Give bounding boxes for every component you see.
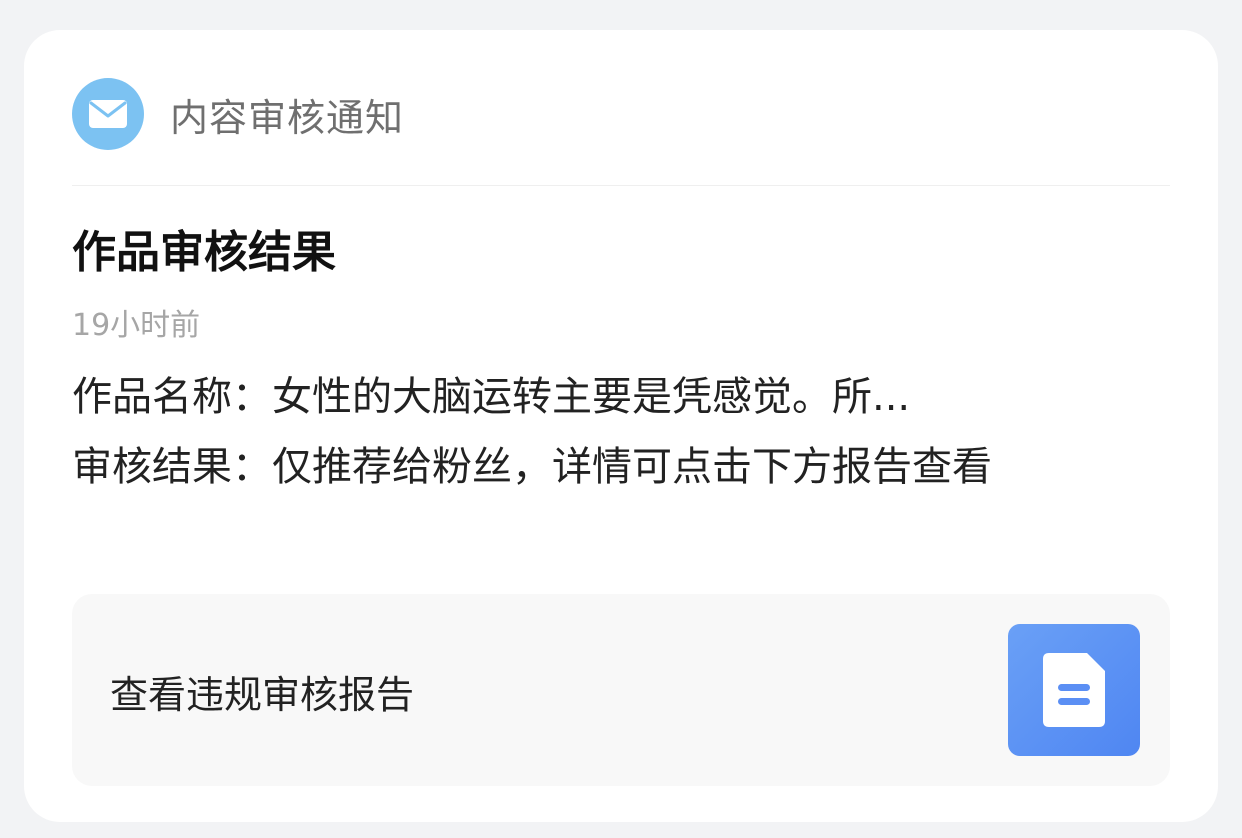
review-result-line: 审核结果：仅推荐给粉丝，详情可点击下方报告查看 xyxy=(72,444,992,490)
notice-title: 作品审核结果 xyxy=(72,227,336,278)
report-thumbnail xyxy=(1008,624,1140,756)
notice-body: 作品名称：女性的大脑运转主要是凭感觉。所... 审核结果：仅推荐给粉丝，详情可点… xyxy=(72,362,1142,502)
notification-header: 内容审核通知 xyxy=(72,78,404,150)
mail-avatar xyxy=(72,78,144,150)
work-name-line: 作品名称：女性的大脑运转主要是凭感觉。所... xyxy=(72,374,911,420)
view-report-label: 查看违规审核报告 xyxy=(110,673,415,717)
notice-time: 19小时前 xyxy=(72,308,201,343)
document-icon xyxy=(1043,653,1105,727)
divider xyxy=(72,185,1170,186)
view-report-button[interactable]: 查看违规审核报告 xyxy=(72,594,1170,786)
notification-card[interactable]: 内容审核通知 作品审核结果 19小时前 作品名称：女性的大脑运转主要是凭感觉。所… xyxy=(24,30,1218,822)
mail-icon xyxy=(89,100,127,128)
notification-category: 内容审核通知 xyxy=(170,95,405,140)
